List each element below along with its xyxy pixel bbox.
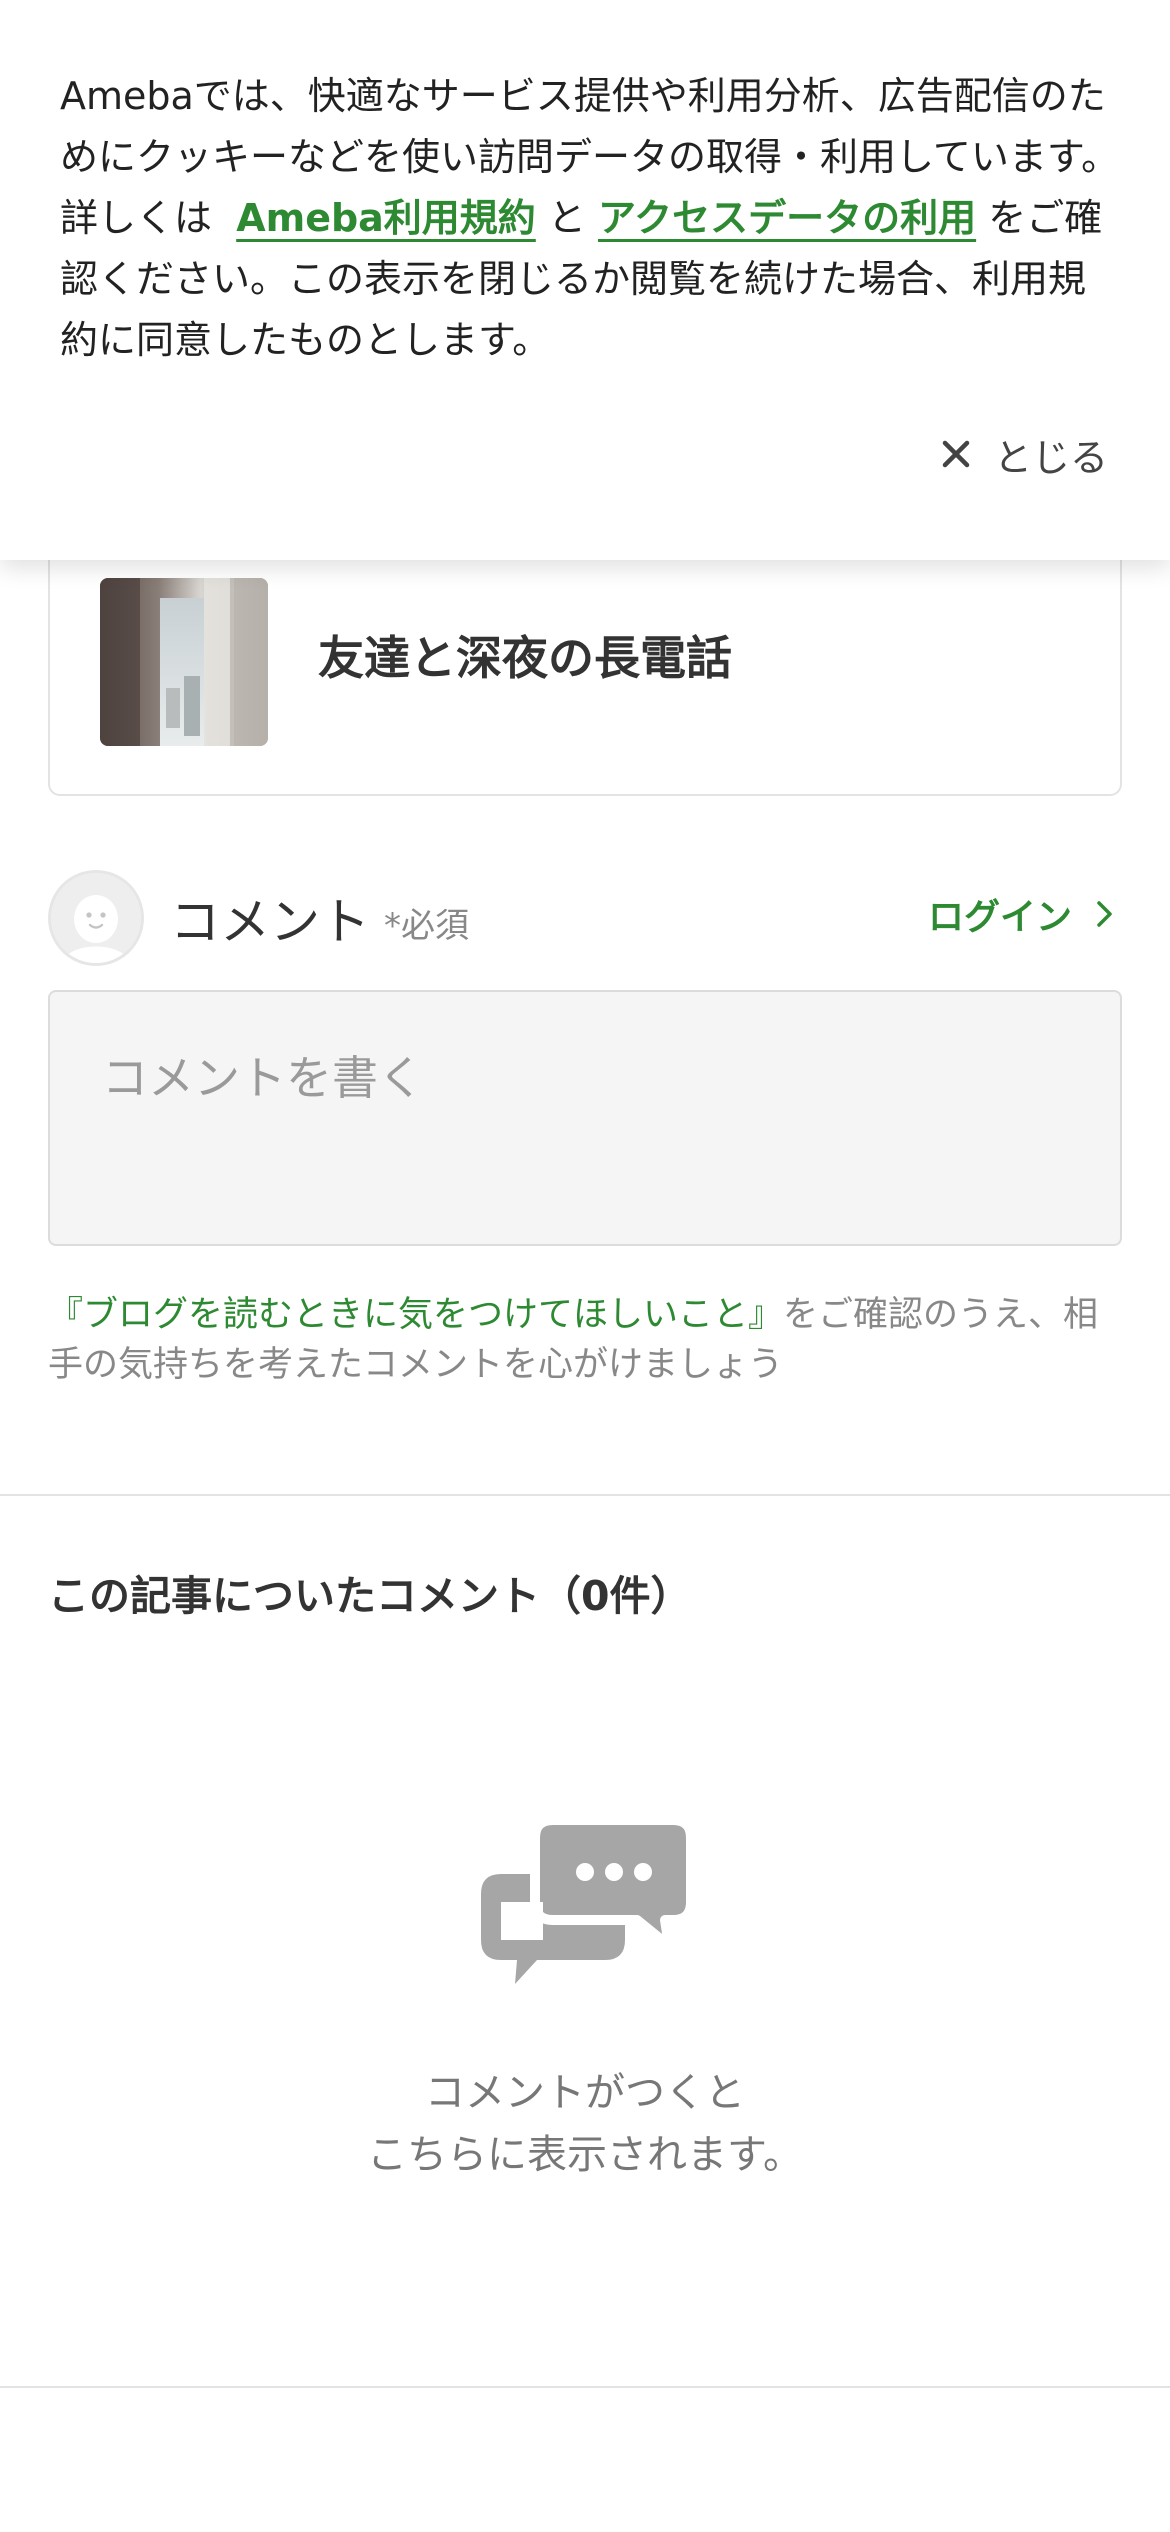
login-link[interactable]: ログイン — [928, 888, 1114, 940]
cookie-text-connector: と — [547, 196, 586, 240]
cookie-notice-text: Amebaでは、快適なサービス提供や利用分析、広告配信のためにクッキーなどを使い… — [60, 66, 1120, 371]
empty-message-line1: コメントがつくと — [425, 2070, 745, 2116]
default-avatar-icon — [51, 873, 141, 963]
access-data-link[interactable]: アクセスデータの利用 — [598, 196, 976, 240]
close-banner-label: とじる — [993, 435, 1108, 480]
close-banner-button[interactable]: とじる — [942, 424, 1108, 484]
article-card[interactable]: 友達と深夜の長電話 — [48, 520, 1122, 796]
comments-heading: この記事についたコメント（0件） — [48, 1572, 692, 1620]
comment-bubbles-icon — [481, 1815, 695, 1984]
section-divider — [0, 1494, 1170, 1496]
comment-input[interactable] — [48, 990, 1122, 1246]
comment-label: コメント — [170, 893, 370, 951]
cookie-banner: Amebaでは、快適なサービス提供や利用分析、広告配信のためにクッキーなどを使い… — [0, 0, 1170, 560]
required-label: *必須 — [384, 906, 469, 946]
bottom-divider — [0, 2386, 1170, 2388]
avatar — [48, 870, 144, 966]
login-label: ログイン — [927, 897, 1072, 938]
terms-link[interactable]: Ameba利用規約 — [236, 196, 536, 240]
chevron-right-icon — [1097, 901, 1112, 927]
article-title: 友達と深夜の長電話 — [318, 631, 732, 685]
article-thumbnail — [100, 578, 268, 746]
comment-guideline: 『ブログを読むときに気をつけてほしいこと』をご確認のうえ、相手の気持ちを考えたコ… — [48, 1290, 1128, 1390]
guideline-link[interactable]: 『ブログを読むときに気をつけてほしいこと』 — [48, 1295, 783, 1335]
empty-message-line2: こちらに表示されます。 — [367, 2132, 803, 2178]
close-icon — [942, 440, 970, 468]
empty-comments-message: コメントがつくと こちらに表示されます。 — [0, 2062, 1170, 2186]
